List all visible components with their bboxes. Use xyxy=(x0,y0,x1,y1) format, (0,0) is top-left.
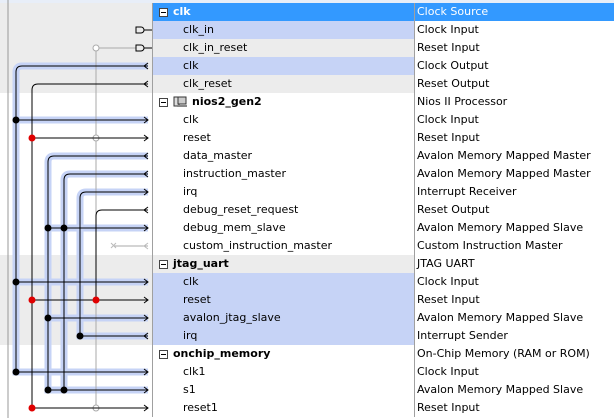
port-name: custom_instruction_master xyxy=(152,237,414,255)
port-name: reset xyxy=(152,291,414,309)
export-icon xyxy=(135,44,152,52)
port-description: Clock Input xyxy=(414,363,614,381)
collapse-icon[interactable] xyxy=(159,7,168,17)
port-description: Interrupt Sender xyxy=(414,327,614,345)
port-name: reset1 xyxy=(152,399,414,417)
port-name: clk_in_reset xyxy=(152,39,414,57)
port-name: reset xyxy=(152,129,414,147)
port-description: Avalon Memory Mapped Slave xyxy=(414,309,614,327)
port-name: clk1 xyxy=(152,363,414,381)
port-name: avalon_jtag_slave xyxy=(152,309,414,327)
port-description: Clock Input xyxy=(414,111,614,129)
port-description: Reset Input xyxy=(414,291,614,309)
port-description: Reset Output xyxy=(414,75,614,93)
port-name: debug_mem_slave xyxy=(152,219,414,237)
port-description: Interrupt Receiver xyxy=(414,183,614,201)
port-description: Custom Instruction Master xyxy=(414,237,614,255)
port-description: Reset Input xyxy=(414,399,614,417)
module-description: Nios II Processor xyxy=(414,93,614,111)
port-name: irq xyxy=(152,183,414,201)
port-name: clk xyxy=(152,57,414,75)
connection-wires[interactable] xyxy=(0,0,152,418)
export-icon xyxy=(135,26,152,34)
port-name: data_master xyxy=(152,147,414,165)
port-name: clk xyxy=(152,273,414,291)
module-description: Clock Source xyxy=(414,3,614,21)
port-description: Reset Input xyxy=(414,39,614,57)
port-description: Avalon Memory Mapped Master xyxy=(414,147,614,165)
port-description: Avalon Memory Mapped Slave xyxy=(414,219,614,237)
module-name: clk xyxy=(173,5,191,18)
port-description: Reset Input xyxy=(414,129,614,147)
port-description: Reset Output xyxy=(414,201,614,219)
port-arrows xyxy=(135,26,152,412)
connection-dots[interactable] xyxy=(12,116,100,412)
port-description: Clock Input xyxy=(414,273,614,291)
module-name: jtag_uart xyxy=(173,257,229,270)
port-name: irq xyxy=(152,327,414,345)
port-description: Clock Input xyxy=(414,21,614,39)
collapse-icon[interactable] xyxy=(159,97,168,107)
port-description: Avalon Memory Mapped Slave xyxy=(414,381,614,399)
collapse-icon[interactable] xyxy=(159,349,168,359)
port-name: clk_reset xyxy=(152,75,414,93)
port-name: debug_reset_request xyxy=(152,201,414,219)
port-name: clk xyxy=(152,111,414,129)
port-name: s1 xyxy=(152,381,414,399)
wire-irq xyxy=(79,191,148,337)
port-name: clk_in xyxy=(152,21,414,39)
wire-debug-reset xyxy=(95,209,148,301)
port-description: Avalon Memory Mapped Master xyxy=(414,165,614,183)
collapse-icon[interactable] xyxy=(159,259,168,269)
module-name: onchip_memory xyxy=(173,347,271,360)
port-description: Clock Output xyxy=(414,57,614,75)
port-name: instruction_master xyxy=(152,165,414,183)
module-description: JTAG UART xyxy=(414,255,614,273)
processor-icon xyxy=(173,96,187,108)
module-name: nios2_gen2 xyxy=(192,95,262,108)
module-description: On-Chip Memory (RAM or ROM) xyxy=(414,345,614,363)
